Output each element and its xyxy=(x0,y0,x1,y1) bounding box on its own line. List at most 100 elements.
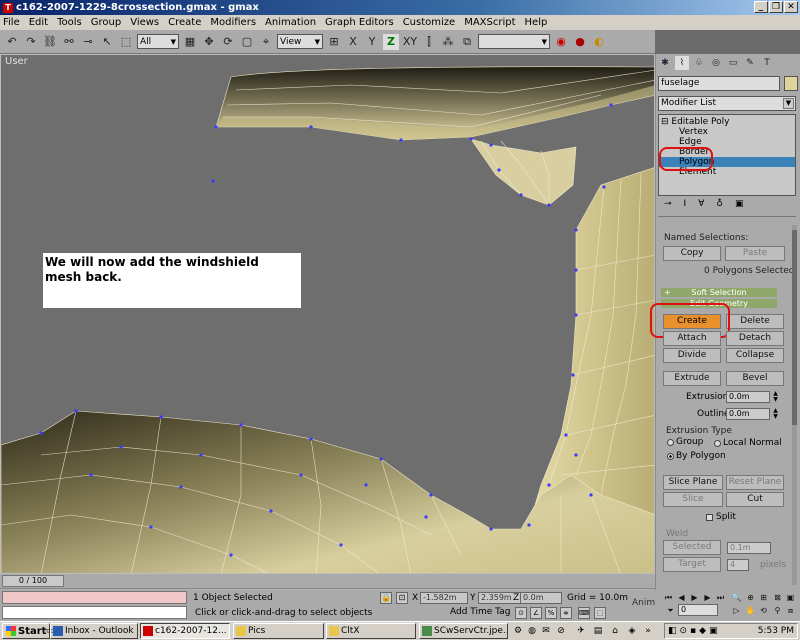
absolute-mode-icon[interactable]: ⊡ xyxy=(396,592,408,604)
scale-icon[interactable]: ▢ xyxy=(239,34,255,50)
keyboard-shortcut-icon[interactable]: ⌨ xyxy=(578,607,590,619)
paste-button[interactable]: Paste xyxy=(725,246,785,261)
selection-filter-dropdown[interactable]: All ▼ xyxy=(137,34,179,49)
make-unique-icon[interactable]: ∀ xyxy=(698,199,704,213)
clock[interactable]: 5:53 PM xyxy=(758,626,794,636)
soft-selection-rollout[interactable]: + Soft Selection xyxy=(661,288,777,297)
quicklaunch-icon[interactable]: ◍ xyxy=(526,625,538,637)
quicklaunch-icon[interactable]: » xyxy=(642,625,654,637)
time-slider[interactable]: 0 / 100 xyxy=(2,575,64,587)
menu-help[interactable]: Help xyxy=(525,17,548,28)
min-max-icon[interactable]: ⧈ xyxy=(785,605,796,616)
material-editor-icon[interactable]: ◉ xyxy=(553,34,569,50)
snap-toggle-icon[interactable]: ⊙ xyxy=(515,607,527,619)
window-crossing-icon[interactable]: ⬚ xyxy=(594,607,606,619)
restore-button[interactable]: ❐ xyxy=(769,1,783,13)
previous-frame-icon[interactable]: ◀ xyxy=(676,592,687,603)
close-button[interactable]: ✕ xyxy=(784,1,798,13)
time-slider-track[interactable]: 0 / 100 xyxy=(0,574,655,588)
maxscript-listener-white[interactable] xyxy=(2,606,187,619)
unlink-icon[interactable]: ⚯ xyxy=(61,34,77,50)
walkthrough-icon[interactable]: ⚲ xyxy=(772,605,783,616)
spinner-snap-icon[interactable]: ≑ xyxy=(560,607,572,619)
cut-button[interactable]: Cut xyxy=(726,492,784,507)
detach-button[interactable]: Detach xyxy=(726,331,784,346)
slice-button[interactable]: Slice xyxy=(663,492,723,507)
quicklaunch-icon[interactable]: ✉ xyxy=(540,625,552,637)
remove-modifier-icon[interactable]: ♁ xyxy=(716,199,723,213)
zoom-extents-icon[interactable]: ⊞ xyxy=(758,592,769,603)
menu-animation[interactable]: Animation xyxy=(265,17,316,28)
menu-group[interactable]: Group xyxy=(91,17,121,28)
move-icon[interactable]: ✥ xyxy=(201,34,217,50)
x-coordinate-field[interactable]: -1.582m xyxy=(420,592,468,604)
reset-plane-button[interactable]: Reset Plane xyxy=(726,475,784,490)
key-mode-icon[interactable]: ⏷ xyxy=(665,605,676,616)
menu-customize[interactable]: Customize xyxy=(403,17,456,28)
menu-create[interactable]: Create xyxy=(168,17,201,28)
extrusion-field[interactable]: 0.0m xyxy=(726,391,770,403)
create-tab-icon[interactable]: ✱ xyxy=(658,56,672,70)
menu-modifiers[interactable]: Modifiers xyxy=(210,17,256,28)
extrude-button[interactable]: Extrude xyxy=(663,371,721,386)
menu-views[interactable]: Views xyxy=(130,17,159,28)
show-end-result-icon[interactable]: Ⅰ xyxy=(684,199,687,213)
anim-button[interactable]: Anim xyxy=(632,598,655,608)
object-name-field[interactable]: fuselage xyxy=(658,76,780,91)
hierarchy-tab-icon[interactable]: ♧ xyxy=(692,56,706,70)
menu-tools[interactable]: Tools xyxy=(57,17,82,28)
menu-maxscript[interactable]: MAXScript xyxy=(464,17,515,28)
modify-tab-icon[interactable]: ⌇ xyxy=(675,56,689,70)
by-polygon-radio[interactable]: By Polygon xyxy=(667,451,726,461)
quicklaunch-icon[interactable]: ⚙ xyxy=(512,625,524,637)
pan-icon[interactable]: ✋ xyxy=(745,605,756,616)
menu-edit[interactable]: Edit xyxy=(29,17,48,28)
taskbar-item-pics[interactable]: Pics xyxy=(233,623,324,639)
spinner-arrows-icon[interactable]: ▲ ▼ xyxy=(772,408,779,420)
reference-coord-dropdown[interactable]: View ▼ xyxy=(277,34,323,49)
utilities-tab-icon[interactable]: ✎ xyxy=(743,56,757,70)
quicklaunch-icon[interactable]: ⌂ xyxy=(609,625,621,637)
menu-file[interactable]: File xyxy=(3,17,20,28)
mirror-icon[interactable]: ⫿ xyxy=(421,34,437,50)
attach-button[interactable]: Attach xyxy=(663,331,721,346)
divide-button[interactable]: Divide xyxy=(663,348,721,363)
pivot-center-icon[interactable]: ⊞ xyxy=(326,34,342,50)
quick-render-icon[interactable]: ◐ xyxy=(591,34,607,50)
display-tab-icon[interactable]: ▭ xyxy=(726,56,740,70)
taskbar-item-scwservctr[interactable]: SCwServCtr.jpe... xyxy=(419,623,508,639)
max-toggle-icon[interactable]: ▣ xyxy=(785,592,796,603)
pivot-icon[interactable]: ⌖ xyxy=(258,34,274,50)
tools-tab-icon[interactable]: T xyxy=(760,56,774,70)
select-icon[interactable]: ↖ xyxy=(99,34,115,50)
angle-snap-icon[interactable]: ∠ xyxy=(530,607,542,619)
window-title-bar[interactable]: T c162-2007-1229-8crossection.gmax - gma… xyxy=(0,0,800,15)
taskbar-item-outlook[interactable]: Inbox - Outlook ... xyxy=(50,623,138,639)
link-icon[interactable]: ⛓ xyxy=(42,34,58,50)
stack-item-edge[interactable]: Edge xyxy=(659,137,795,147)
viewport-label[interactable]: User xyxy=(5,56,28,67)
pin-stack-icon[interactable]: ⊸ xyxy=(664,199,672,213)
quicklaunch-icon[interactable]: ✈ xyxy=(575,625,587,637)
play-icon[interactable]: ▶ xyxy=(689,592,700,603)
rotate-icon[interactable]: ⟳ xyxy=(220,34,236,50)
maxscript-listener-pink[interactable] xyxy=(2,591,187,604)
weld-threshold-field[interactable]: 0.1m xyxy=(727,542,771,554)
go-to-start-icon[interactable]: ⏮ xyxy=(663,592,674,603)
percent-snap-icon[interactable]: % xyxy=(545,607,557,619)
z-coordinate-field[interactable]: 0.0m xyxy=(520,592,562,604)
scrollbar-thumb[interactable] xyxy=(792,230,797,425)
axis-x-icon[interactable]: X xyxy=(345,34,361,50)
group-radio[interactable]: Group xyxy=(667,437,703,447)
snap-icon[interactable]: ⧉ xyxy=(459,34,475,50)
delete-button[interactable]: Delete xyxy=(726,314,784,329)
stack-item-editable-poly[interactable]: ⊟ Editable Poly xyxy=(659,117,795,127)
named-selection-dropdown[interactable]: ▼ xyxy=(478,34,550,49)
quicklaunch-icon[interactable]: ⊘ xyxy=(555,625,567,637)
array-icon[interactable]: ⁂ xyxy=(440,34,456,50)
command-panel-scrollbar[interactable] xyxy=(792,225,797,585)
arc-rotate-icon[interactable]: ⟲ xyxy=(758,605,769,616)
region-select-icon[interactable]: ⬚ xyxy=(118,34,134,50)
object-color-swatch[interactable] xyxy=(784,76,798,91)
slice-plane-button[interactable]: Slice Plane xyxy=(663,475,723,490)
